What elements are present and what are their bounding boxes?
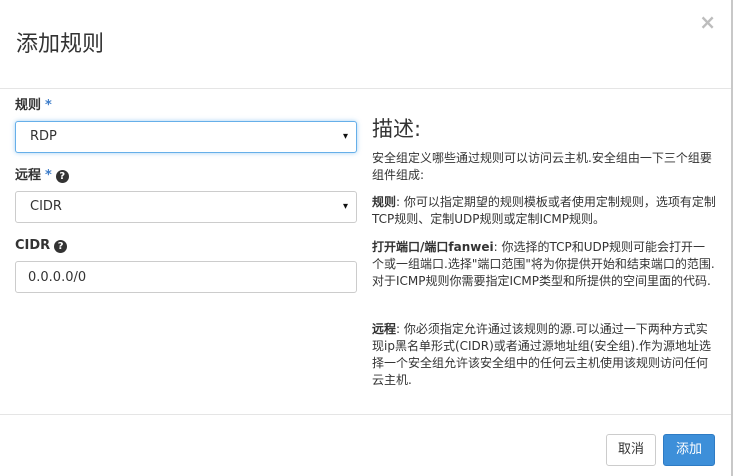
remote-select[interactable]: CIDR ▾: [15, 191, 357, 223]
description-intro: 安全组定义哪些通过规则可以访问云主机.安全组由一下三个组要组件组成:: [372, 151, 712, 182]
description-title: 描述:: [372, 117, 422, 141]
dialog-footer: 取消 添加: [0, 414, 731, 476]
description-port: 打开端口/端口fanwei: 你选择的TCP和UDP规则可能会打开一个或一组端口…: [372, 239, 716, 290]
cidr-label: CIDR?: [15, 237, 68, 255]
rule-text: : 你可以指定期望的规则模板或者使用定制规则，选项有定制TCP规则、定制UDP规…: [372, 195, 716, 226]
rule-select[interactable]: RDP ▾: [15, 121, 357, 153]
close-icon[interactable]: ×: [699, 11, 716, 33]
add-button[interactable]: 添加: [663, 434, 715, 466]
cidr-input[interactable]: [15, 261, 357, 293]
required-mark: *: [45, 168, 52, 183]
chevron-down-icon: ▾: [342, 131, 348, 142]
remote-label-text: 远程: [15, 168, 42, 183]
help-icon[interactable]: ?: [54, 240, 68, 253]
rule-term: 规则: [372, 195, 397, 209]
required-mark: *: [45, 98, 52, 113]
dialog-header: 添加规则 ×: [0, 0, 731, 89]
description-rule: 规则: 你可以指定期望的规则模板或者使用定制规则，选项有定制TCP规则、定制UD…: [372, 194, 716, 228]
port-term: 打开端口/端口fanwei: [372, 240, 494, 254]
chevron-down-icon: ▾: [342, 201, 348, 212]
add-rule-dialog: 添加规则 × 规则* RDP ▾ 远程*? CIDR ▾ CIDR? 描述: 安…: [0, 0, 733, 476]
remote-select-value: CIDR: [30, 199, 62, 214]
description-remote: 远程: 你必须指定允许通过该规则的源.可以通过一下两种方式实现ip黑名单形式(C…: [372, 321, 716, 389]
cidr-label-text: CIDR: [15, 238, 51, 253]
rule-label-text: 规则: [15, 98, 42, 113]
dialog-body: 规则* RDP ▾ 远程*? CIDR ▾ CIDR? 描述: 安全组定义哪些通…: [0, 89, 731, 414]
help-icon[interactable]: ?: [55, 170, 69, 183]
cancel-button[interactable]: 取消: [606, 434, 656, 466]
rule-select-value: RDP: [30, 129, 57, 144]
remote-term: 远程: [372, 322, 397, 336]
remote-text: : 你必须指定允许通过该规则的源.可以通过一下两种方式实现ip黑名单形式(CID…: [372, 322, 711, 387]
rule-label: 规则 *: [15, 97, 52, 115]
dialog-title: 添加规则: [16, 32, 105, 57]
remote-label: 远程 *?: [15, 167, 69, 185]
